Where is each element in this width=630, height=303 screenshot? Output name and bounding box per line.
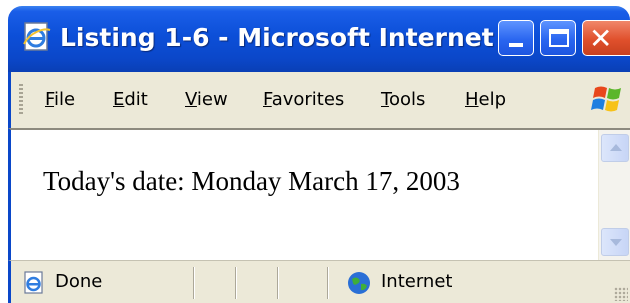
toolbar-grip[interactable] <box>19 84 23 114</box>
menu-bar: File Edit View Favorites Tools Help <box>8 72 630 128</box>
minimize-icon <box>509 43 523 47</box>
chevron-up-icon <box>610 144 622 151</box>
scroll-down-button[interactable] <box>601 228 629 256</box>
status-bar: Done Internet <box>8 260 630 303</box>
globe-icon <box>348 272 370 294</box>
ie-page-icon <box>24 271 43 294</box>
windows-logo-icon <box>591 86 621 112</box>
status-divider <box>277 267 279 299</box>
resize-grip[interactable] <box>614 287 628 301</box>
page-body-text: Today's date: Monday March 17, 2003 <box>43 166 460 196</box>
maximize-icon <box>549 29 569 47</box>
ie-page-icon <box>23 22 51 51</box>
menu-help[interactable]: Help <box>465 86 506 114</box>
status-divider <box>193 267 195 299</box>
menu-edit[interactable]: Edit <box>113 86 148 114</box>
status-text: Done <box>55 271 103 292</box>
scroll-up-button[interactable] <box>601 134 629 162</box>
menu-view[interactable]: View <box>185 86 228 114</box>
close-icon: ✕ <box>589 22 613 55</box>
status-divider <box>235 267 237 299</box>
title-bar[interactable]: Listing 1-6 - Microsoft Internet ... ✕ <box>8 6 630 72</box>
menu-file[interactable]: File <box>45 86 75 114</box>
chevron-down-icon <box>610 239 622 246</box>
menu-tools[interactable]: Tools <box>381 86 425 114</box>
maximize-button[interactable] <box>540 20 576 56</box>
menu-favorites[interactable]: Favorites <box>263 86 344 114</box>
close-button[interactable]: ✕ <box>582 20 630 56</box>
minimize-button[interactable] <box>498 20 534 56</box>
window-title: Listing 1-6 - Microsoft Internet ... <box>60 23 500 52</box>
vertical-scrollbar[interactable] <box>598 130 630 260</box>
page-content: Today's date: Monday March 17, 2003 <box>8 128 630 260</box>
browser-window: Listing 1-6 - Microsoft Internet ... ✕ F… <box>8 6 630 303</box>
security-zone-label: Internet <box>381 271 453 292</box>
status-divider <box>327 267 329 299</box>
